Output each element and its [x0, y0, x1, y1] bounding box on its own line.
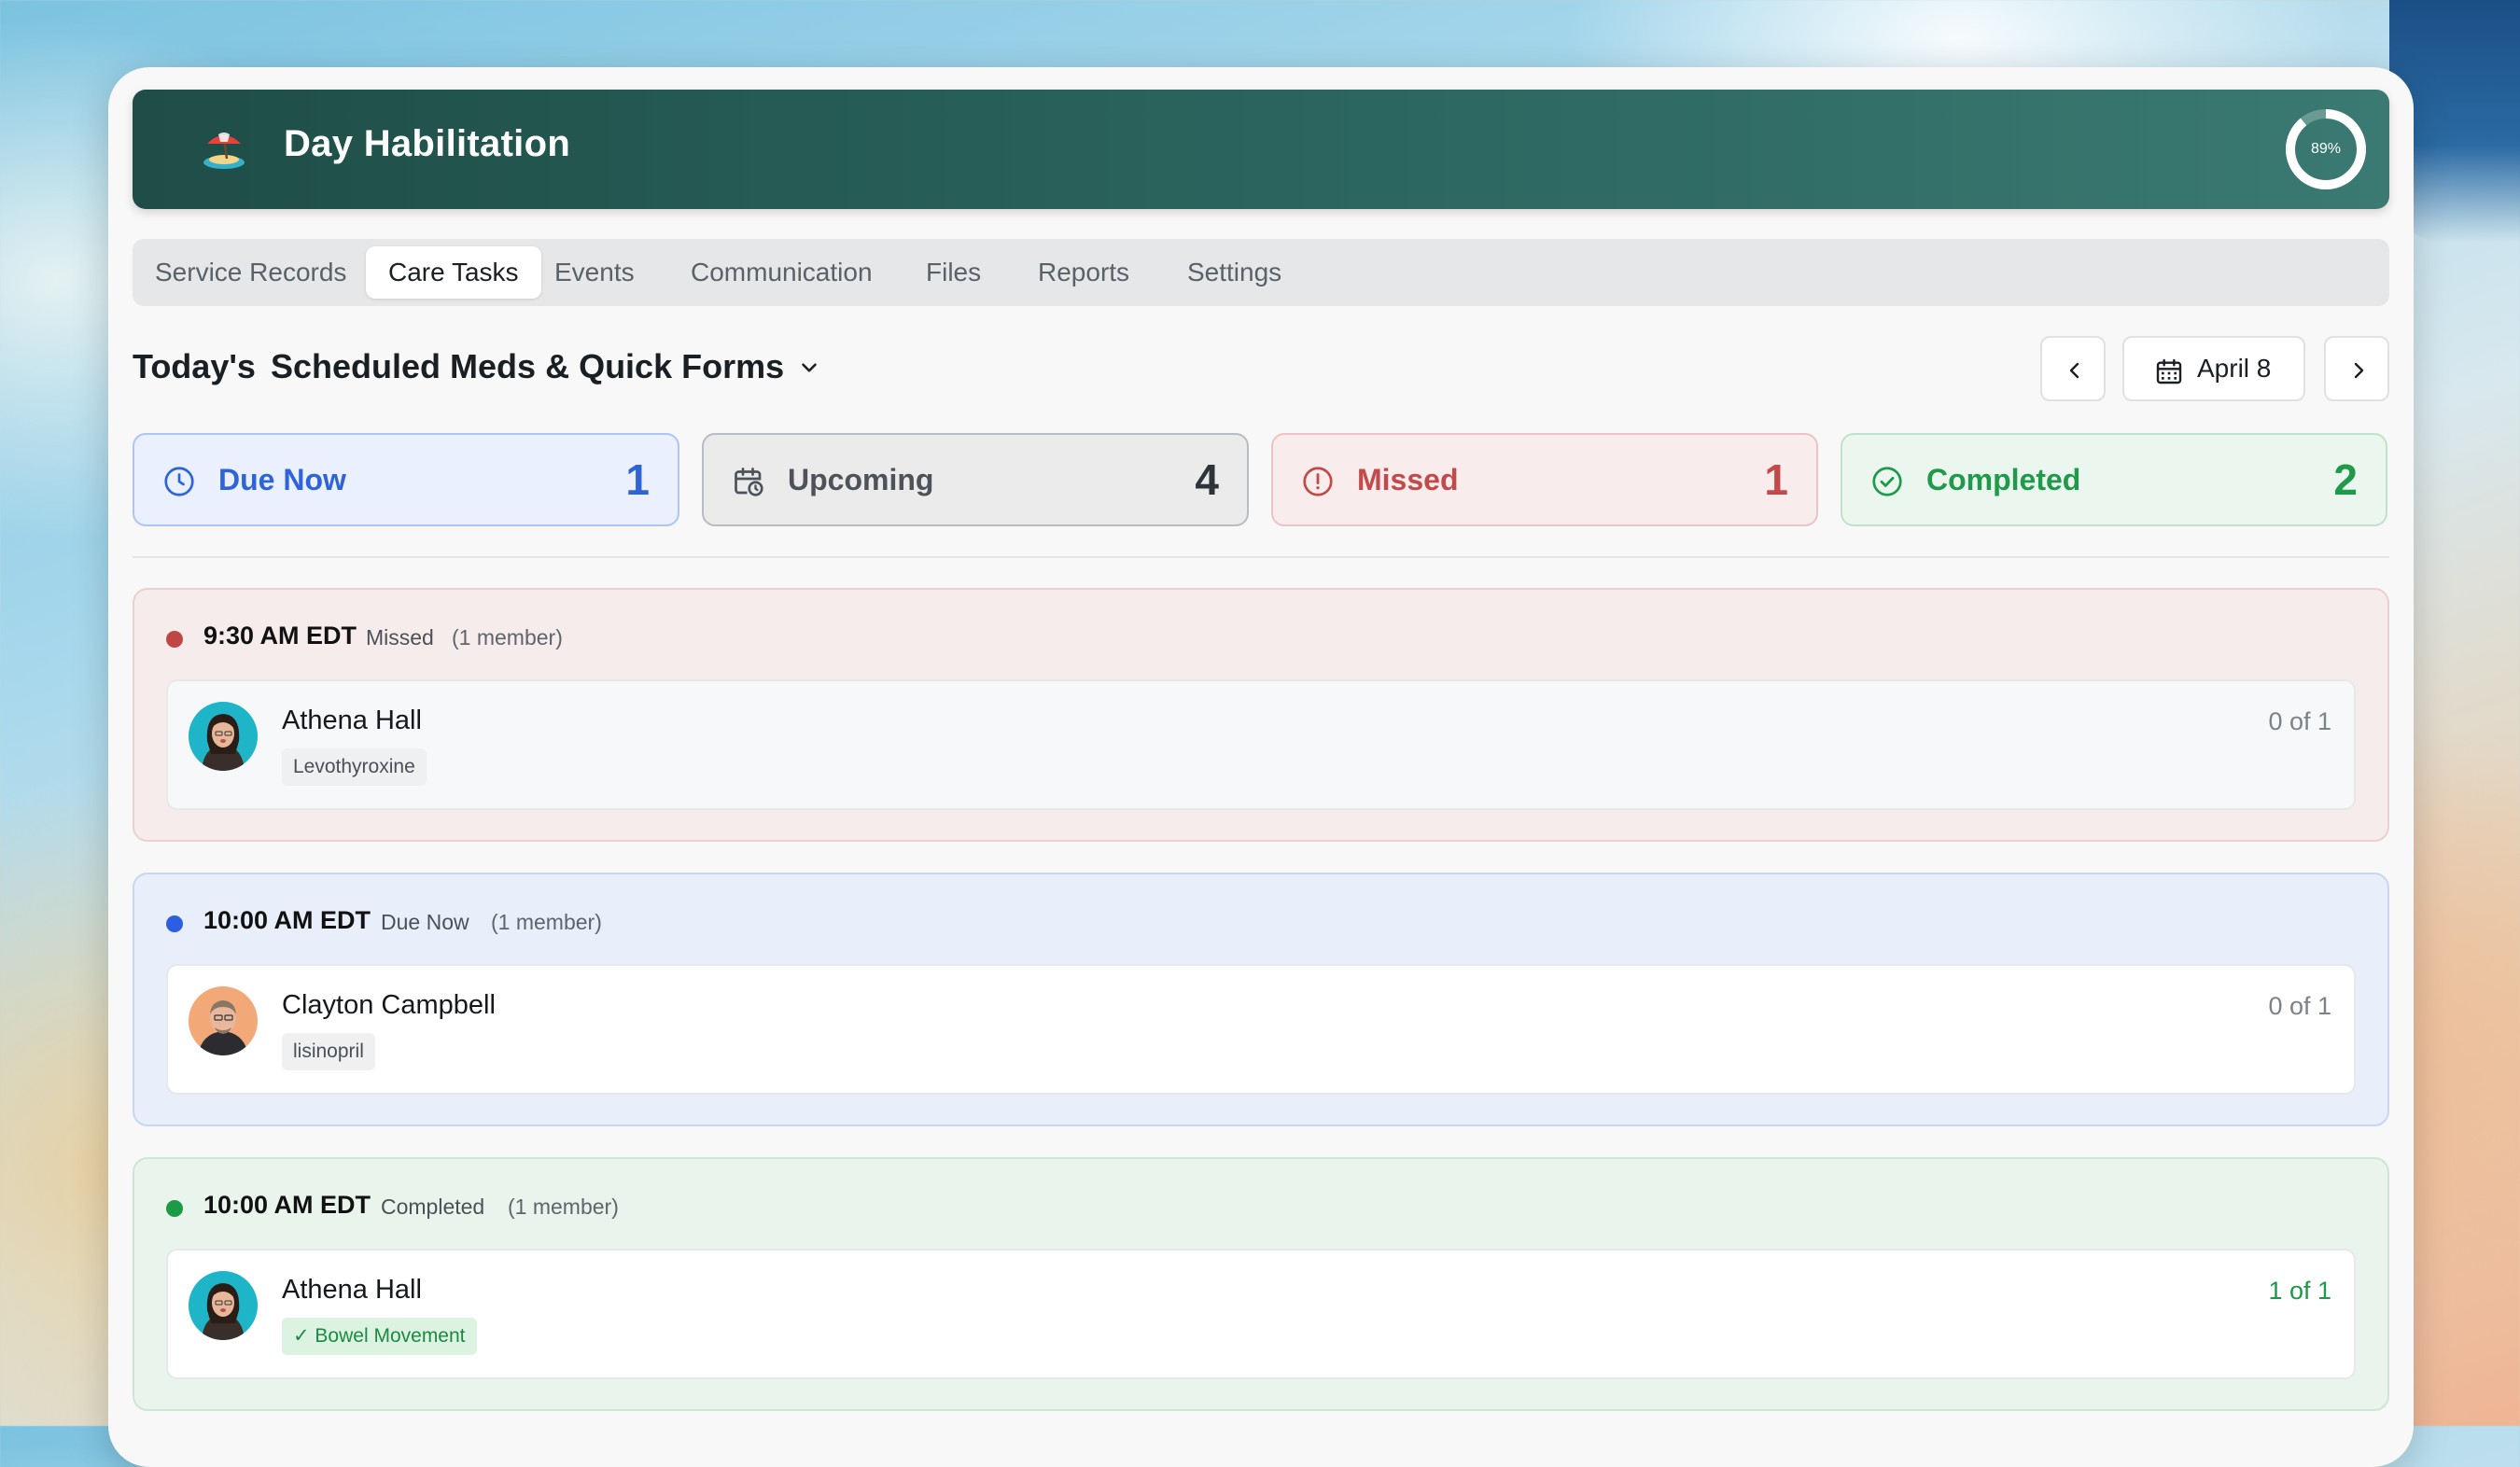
member-task-card[interactable]: Athena Hall Levothyroxine 0 of 1: [166, 679, 2356, 810]
missed-count: 1: [1764, 455, 1788, 504]
schedule-group-due-now: 10:00 AM EDT Due Now (1 member) Clayton …: [133, 873, 2389, 1126]
calendar-clock-icon: [735, 468, 763, 496]
missed-label: Missed: [1357, 463, 1459, 496]
filter-missed[interactable]: Missed 1: [1271, 433, 1818, 526]
previous-day-button[interactable]: [2040, 336, 2106, 401]
group-members: (1 member): [452, 625, 563, 650]
group-members: (1 member): [508, 1195, 619, 1219]
filter-upcoming[interactable]: Upcoming 4: [702, 433, 1249, 526]
status-dot: [166, 915, 183, 932]
form-type-selected: Scheduled Meds & Quick Forms: [271, 347, 785, 385]
chevron-down-icon: [797, 349, 821, 388]
member-task-card[interactable]: Clayton Campbell lisinopril 0 of 1: [166, 964, 2356, 1095]
completed-count: 2: [2333, 455, 2358, 504]
date-picker-button[interactable]: April 8: [2122, 336, 2305, 401]
clock-icon: [164, 467, 194, 496]
due-now-label: Due Now: [218, 463, 346, 496]
avatar: [189, 1271, 258, 1340]
group-status: Completed: [381, 1195, 485, 1219]
avatar: [189, 986, 258, 1055]
app-title: Day Habilitation: [284, 123, 571, 164]
tab-care-tasks[interactable]: Care Tasks: [366, 246, 541, 299]
upcoming-count: 4: [1195, 455, 1219, 504]
task-chip-completed: ✓ Bowel Movement: [282, 1318, 477, 1355]
tab-service-records[interactable]: Service Records: [133, 246, 369, 299]
section-prefix: Today's: [133, 347, 256, 385]
tab-files[interactable]: Files: [903, 246, 1003, 299]
completion-ratio: 0 of 1: [2268, 707, 2331, 735]
tab-settings[interactable]: Settings: [1165, 246, 1304, 299]
next-day-button[interactable]: [2324, 336, 2389, 401]
alert-circle-icon: [1303, 467, 1333, 496]
due-now-count: 1: [625, 455, 650, 504]
group-time: 10:00 AM EDT: [203, 1191, 371, 1219]
task-chip: Levothyroxine: [282, 748, 427, 786]
filter-due-now[interactable]: Due Now 1: [133, 433, 679, 526]
tab-communication[interactable]: Communication: [668, 246, 895, 299]
status-dot: [166, 631, 183, 648]
chevron-left-icon: [2069, 362, 2079, 379]
group-status: Missed: [366, 625, 434, 650]
tab-events[interactable]: Events: [532, 246, 657, 299]
group-members: (1 member): [491, 910, 602, 934]
completion-ratio: 1 of 1: [2268, 1277, 2331, 1305]
progress-ring[interactable]: 89%: [2283, 106, 2369, 192]
completed-label: Completed: [1926, 463, 2081, 496]
app-header: Day Habilitation 89%: [133, 90, 2389, 209]
filter-completed[interactable]: Completed 2: [1841, 433, 2387, 526]
tab-bar: Service Records Care Tasks Events Commun…: [133, 239, 2389, 306]
schedule-group-completed: 10:00 AM EDT Completed (1 member) Athena…: [133, 1157, 2389, 1411]
progress-percent: 89%: [2310, 141, 2342, 157]
member-name: Athena Hall: [282, 1275, 422, 1305]
group-status: Due Now: [381, 910, 469, 934]
completion-ratio: 0 of 1: [2268, 992, 2331, 1020]
tab-reports[interactable]: Reports: [1015, 246, 1152, 299]
calendar-icon: [2156, 358, 2182, 384]
current-date: April 8: [2197, 354, 2272, 383]
check-circle-icon: [1872, 467, 1902, 496]
beach-umbrella-icon: [203, 133, 245, 169]
member-name: Clayton Campbell: [282, 990, 496, 1020]
upcoming-label: Upcoming: [788, 463, 934, 496]
group-time: 10:00 AM EDT: [203, 906, 371, 934]
avatar: [189, 702, 258, 771]
chevron-right-icon: [2354, 362, 2364, 379]
form-type-dropdown[interactable]: Scheduled Meds & Quick Forms: [271, 347, 821, 388]
task-chip: lisinopril: [282, 1033, 375, 1070]
section-divider: [133, 556, 2389, 558]
group-time: 9:30 AM EDT: [203, 622, 357, 650]
status-dot: [166, 1200, 183, 1217]
app-window: Day Habilitation 89% Service Records Car…: [108, 67, 2414, 1467]
schedule-group-missed: 9:30 AM EDT Missed (1 member) Athena Hal…: [133, 588, 2389, 842]
member-task-card[interactable]: Athena Hall ✓ Bowel Movement 1 of 1: [166, 1249, 2356, 1379]
member-name: Athena Hall: [282, 706, 422, 735]
